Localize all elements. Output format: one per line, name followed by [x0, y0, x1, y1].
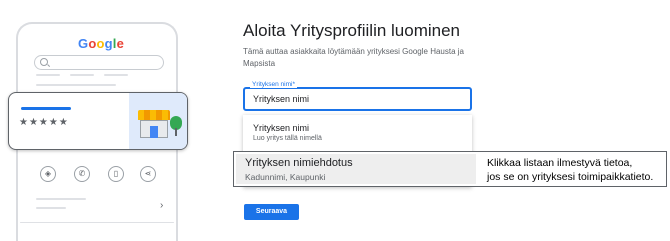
- placeholder-line: [36, 198, 86, 200]
- placeholder-line: [70, 74, 94, 76]
- annotation-line: Klikkaa listaan ilmestyvä tietoa,: [487, 157, 633, 169]
- placeholder-line: [104, 74, 128, 76]
- annotation-line: jos se on yrityksesi toimipaikkatieto.: [487, 171, 654, 183]
- tree-trunk: [175, 128, 177, 136]
- storefront-door: [150, 126, 158, 138]
- search-icon: [40, 58, 48, 66]
- divider: [20, 222, 174, 223]
- phone-icon: ✆: [74, 166, 90, 182]
- rating-stars: ★★★★★: [19, 117, 69, 128]
- suggestion-title[interactable]: Yrityksen nimiehdotus: [245, 157, 353, 169]
- share-icon: ⋖: [140, 166, 156, 182]
- page-subtitle: Tämä auttaa asiakkaita löytämään yrityks…: [243, 47, 464, 68]
- logo-letter: o: [88, 36, 97, 51]
- chevron-right-icon: ›: [160, 200, 164, 211]
- bookmark-icon: ▯: [108, 166, 124, 182]
- illustration-search-bar: [34, 55, 164, 70]
- card-title-line: [21, 107, 71, 110]
- storefront-awning: [138, 110, 170, 120]
- google-logo: Google: [78, 36, 124, 51]
- placeholder-line: [36, 84, 116, 86]
- suggestion-subtitle[interactable]: Luo yritys tällä nimellä: [253, 135, 322, 142]
- next-button[interactable]: Seuraava: [244, 204, 299, 220]
- logo-letter: o: [96, 36, 105, 51]
- suggestion-title[interactable]: Yrityksen nimi: [253, 123, 309, 133]
- logo-letter: G: [78, 36, 89, 51]
- logo-letter: g: [104, 36, 113, 51]
- business-name-value[interactable]: Yrityksen nimi: [253, 94, 309, 104]
- page-title: Aloita Yritysprofiilin luominen: [243, 21, 461, 40]
- logo-letter: e: [116, 36, 125, 51]
- suggestion-subtitle[interactable]: Kadunnimi, Kaupunki: [245, 172, 325, 182]
- business-name-label: Yrityksen nimi*: [250, 81, 297, 88]
- placeholder-line: [36, 207, 66, 209]
- directions-icon: ◈: [40, 166, 56, 182]
- placeholder-line: [36, 74, 60, 76]
